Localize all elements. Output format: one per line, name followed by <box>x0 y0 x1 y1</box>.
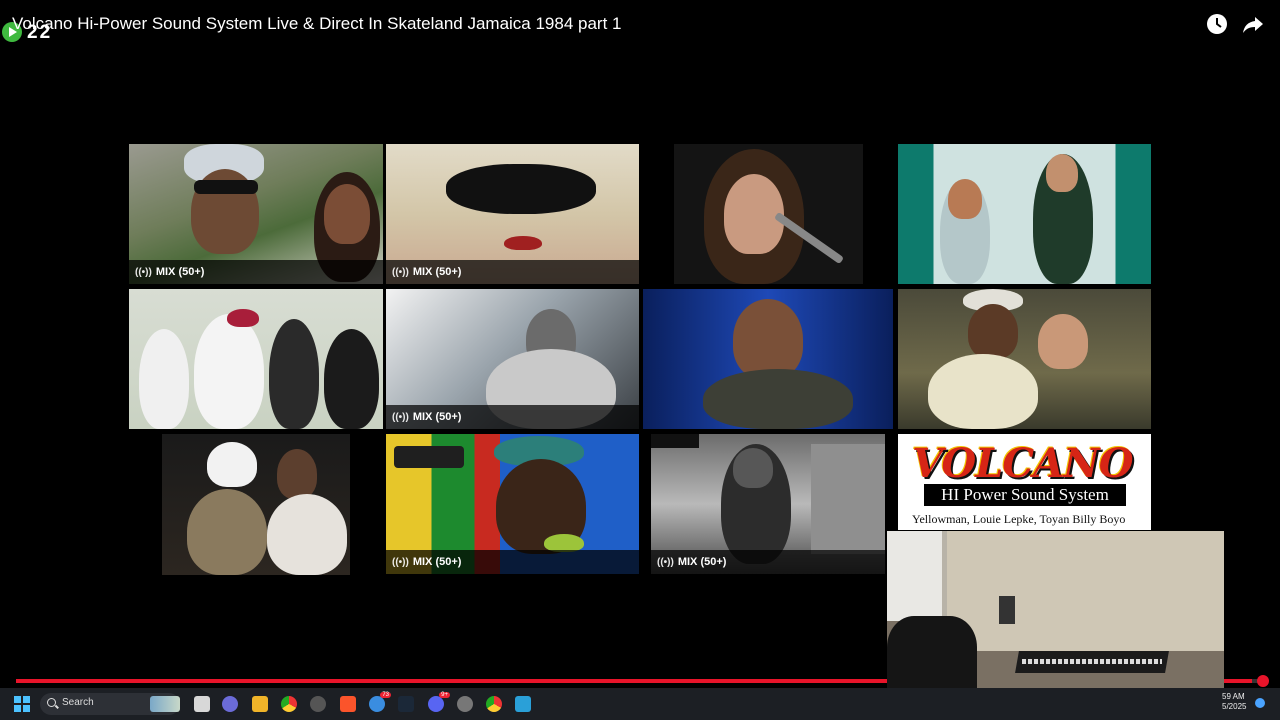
piano-keys-shape <box>1022 659 1162 664</box>
face-shape <box>733 299 803 379</box>
mix-label-bar: ((•)) MIX (50+) <box>386 550 639 574</box>
figure-shape <box>194 314 264 429</box>
figure-shape <box>269 319 319 429</box>
mix-label-bar: ((•)) MIX (50+) <box>386 260 639 284</box>
notification-icon[interactable] <box>1255 698 1265 708</box>
video-top-bar: 22 Volcano Hi-Power Sound System Live & … <box>0 0 1280 50</box>
chat-icon[interactable] <box>222 696 238 712</box>
share-arrow-icon[interactable] <box>1242 13 1264 35</box>
file-explorer-icon[interactable] <box>252 696 268 712</box>
system-clock[interactable]: 59 AM 5/2025 <box>1222 692 1246 712</box>
radio-icon: ((•)) <box>135 266 152 278</box>
figure-shape <box>267 494 347 575</box>
endscreen-tile[interactable]: ((•)) MIX (50+) <box>386 144 639 284</box>
endscreen-tile[interactable] <box>674 144 863 284</box>
figure-shape <box>139 329 189 429</box>
endscreen-tile[interactable] <box>898 289 1151 429</box>
chrome-icon[interactable] <box>281 696 297 712</box>
mix-label: MIX (50+) <box>412 411 462 423</box>
clock-date: 5/2025 <box>1222 702 1247 711</box>
building-shape <box>811 444 885 554</box>
mix-label-bar: ((•)) MIX (50+) <box>651 550 885 574</box>
monitor-shape <box>999 596 1015 624</box>
search-icon <box>47 698 56 707</box>
endscreen-tile[interactable]: ((•)) MIX (50+) <box>651 434 885 574</box>
sunglasses-shape <box>446 164 596 214</box>
mix-label-bar: ((•)) MIX (50+) <box>386 405 639 429</box>
face-shape <box>968 304 1018 359</box>
tile-thumbnail <box>898 144 1151 284</box>
radio-icon: ((•)) <box>657 556 674 568</box>
figure-shape <box>703 369 853 429</box>
browser-icon[interactable]: 73 <box>369 692 391 712</box>
mix-label: MIX (50+) <box>412 266 462 278</box>
chrome-profile-icon[interactable] <box>486 696 502 712</box>
endscreen-tile[interactable] <box>898 144 1151 284</box>
channel-artists: Yellowman, Louie Lepke, Toyan Billy Boyo <box>912 512 1126 526</box>
cap-shape <box>227 309 259 327</box>
brave-badge: 73 <box>380 692 391 698</box>
channel-badge-icon <box>651 434 699 448</box>
channel-badge-icon <box>394 446 464 468</box>
channel-tile[interactable]: VOLCANO HI Power Sound System Yellowman,… <box>898 434 1151 530</box>
endscreen-tile[interactable]: ((•)) MIX (50+) <box>386 289 639 429</box>
search-placeholder: Search <box>62 697 94 708</box>
headwrap-shape <box>207 442 257 487</box>
discord-icon[interactable]: 9+ <box>428 692 450 712</box>
lips-shape <box>504 236 542 250</box>
face-shape <box>724 174 784 254</box>
endscreen-tile[interactable] <box>129 289 383 429</box>
face-shape <box>1038 314 1088 369</box>
channel-subtitle: HI Power Sound System <box>924 484 1126 506</box>
mix-label-bar: ((•)) MIX (50+) <box>129 260 383 284</box>
windows-start-icon[interactable] <box>14 696 30 712</box>
clock-icon[interactable] <box>1206 13 1228 35</box>
room-wall-shape <box>947 531 1224 651</box>
face-shape <box>324 184 370 244</box>
radio-icon: ((•)) <box>392 556 409 568</box>
app-window-icon[interactable] <box>515 696 531 712</box>
window-blinds-shape <box>887 531 942 621</box>
brave-icon[interactable] <box>340 696 356 712</box>
steam-icon[interactable] <box>398 696 414 712</box>
endscreen-tile[interactable] <box>162 434 350 575</box>
scrubber-handle[interactable] <box>1257 675 1269 687</box>
volcano-logo: VOLCANO <box>912 440 1134 487</box>
obs-icon[interactable] <box>457 696 473 712</box>
figure-shape <box>324 329 379 429</box>
face-shape <box>1046 154 1078 192</box>
sunglasses-shape <box>194 180 258 194</box>
video-title[interactable]: Volcano Hi-Power Sound System Live & Dir… <box>12 14 622 34</box>
widget-icon[interactable] <box>150 696 180 712</box>
face-shape <box>948 179 982 219</box>
endscreen-tile[interactable] <box>643 289 893 429</box>
windows-taskbar: Search 73 9+ 59 AM 5/2025 <box>0 688 1280 720</box>
radio-icon: ((•)) <box>392 411 409 423</box>
shield-app-icon[interactable] <box>310 696 326 712</box>
figure-shape <box>187 489 267 575</box>
face-shape <box>733 448 773 488</box>
radio-icon: ((•)) <box>392 266 409 278</box>
figure-shape <box>928 354 1038 429</box>
clock-time: 59 AM <box>1222 692 1245 701</box>
endscreen-tile[interactable]: ((•)) MIX (50+) <box>129 144 383 284</box>
face-shape <box>277 449 317 499</box>
mix-label: MIX (50+) <box>677 556 727 568</box>
endscreen-tile[interactable]: ((•)) MIX (50+) <box>386 434 639 574</box>
discord-badge: 9+ <box>439 692 450 698</box>
mix-label: MIX (50+) <box>155 266 205 278</box>
task-view-icon[interactable] <box>194 696 210 712</box>
mix-label: MIX (50+) <box>412 556 462 568</box>
